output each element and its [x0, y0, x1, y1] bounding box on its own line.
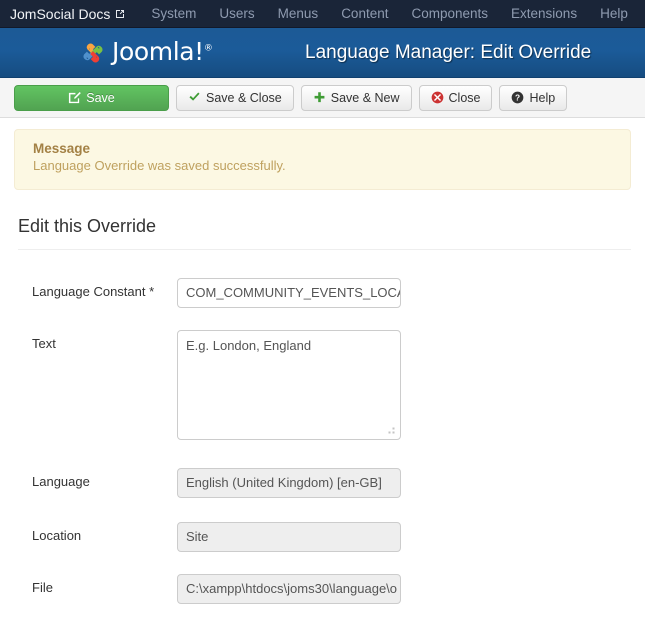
trademark-symbol: ® — [203, 43, 213, 54]
edit-pencil-icon — [68, 91, 82, 104]
textarea-resize-handle[interactable] — [385, 424, 396, 435]
brand-label: JomSocial Docs — [10, 5, 111, 22]
svg-text:?: ? — [515, 93, 520, 103]
file-control: C:\xampp\htdocs\joms30\language\o — [177, 574, 401, 604]
plus-icon — [313, 91, 326, 104]
save-button[interactable]: Save — [14, 84, 169, 111]
check-icon — [188, 91, 201, 104]
field-row-language-constant: Language Constant * COM_COMMUNITY_EVENTS… — [14, 278, 631, 308]
joomla-logo-text: Joomla!® — [112, 37, 213, 66]
file-input: C:\xampp\htdocs\joms30\language\o — [177, 574, 401, 604]
nav-item-help[interactable]: Help — [600, 6, 628, 21]
section-title: Edit this Override — [18, 216, 157, 236]
close-button[interactable]: Close — [418, 84, 493, 111]
section-divider — [18, 249, 631, 250]
text-textarea-value: E.g. London, England — [186, 338, 312, 353]
text-label: Text — [32, 336, 56, 351]
save-and-new-label: Save & New — [330, 90, 400, 105]
language-constant-control: COM_COMMUNITY_EVENTS_LOCA — [177, 278, 401, 308]
save-and-close-label: Save & Close — [206, 90, 282, 105]
help-button[interactable]: ? Help — [499, 84, 568, 111]
status-message-alert: Message Language Override was saved succ… — [14, 129, 631, 190]
top-navigation-items: System Users Menus Content Components Ex… — [151, 6, 627, 21]
help-circle-icon: ? — [511, 91, 524, 104]
language-label: Language — [32, 474, 90, 489]
override-form: Language Constant * COM_COMMUNITY_EVENTS… — [14, 278, 631, 604]
joomla-logo[interactable]: Joomla!® — [78, 37, 213, 68]
joomla-logo-icon — [78, 38, 108, 68]
save-button-label: Save — [86, 90, 115, 105]
save-and-new-button[interactable]: Save & New — [300, 84, 412, 111]
nav-item-content[interactable]: Content — [341, 6, 388, 21]
external-link-icon — [115, 9, 125, 19]
top-navigation-bar: JomSocial Docs System Users Menus Conten… — [0, 0, 645, 28]
language-control: English (United Kingdom) [en-GB] — [177, 468, 401, 498]
location-label: Location — [32, 528, 82, 543]
location-input: Site — [177, 522, 401, 552]
alert-title: Message — [33, 141, 91, 156]
text-textarea[interactable]: E.g. London, England — [177, 330, 401, 440]
field-row-file: File C:\xampp\htdocs\joms30\language\o — [14, 574, 631, 604]
close-button-label: Close — [448, 90, 481, 105]
main-content: Message Language Override was saved succ… — [0, 129, 645, 604]
save-and-close-button[interactable]: Save & Close — [176, 84, 294, 111]
help-button-label: Help — [529, 90, 556, 105]
language-constant-input[interactable]: COM_COMMUNITY_EVENTS_LOCA — [177, 278, 401, 308]
language-constant-label: Language Constant * — [32, 284, 155, 299]
file-label: File — [32, 580, 53, 595]
location-control: Site — [177, 522, 401, 552]
nav-item-menus[interactable]: Menus — [278, 6, 319, 21]
page-title: Language Manager: Edit Override — [305, 41, 592, 63]
field-row-text: Text E.g. London, England — [14, 330, 631, 440]
alert-message-text: Language Override was saved successfully… — [33, 158, 286, 173]
field-row-language: Language English (United Kingdom) [en-GB… — [14, 468, 631, 498]
language-input: English (United Kingdom) [en-GB] — [177, 468, 401, 498]
nav-item-components[interactable]: Components — [411, 6, 488, 21]
close-circle-icon — [431, 91, 444, 104]
nav-item-system[interactable]: System — [151, 6, 196, 21]
brand-link-jomsocial-docs[interactable]: JomSocial Docs — [10, 6, 125, 22]
admin-header: Joomla!® Language Manager: Edit Override — [0, 28, 645, 78]
nav-item-users[interactable]: Users — [219, 6, 254, 21]
text-control: E.g. London, England — [177, 330, 401, 440]
field-row-location: Location Site — [14, 522, 631, 552]
nav-item-extensions[interactable]: Extensions — [511, 6, 577, 21]
toolbar: Save Save & Close Save & New Close ? Hel… — [0, 78, 645, 118]
